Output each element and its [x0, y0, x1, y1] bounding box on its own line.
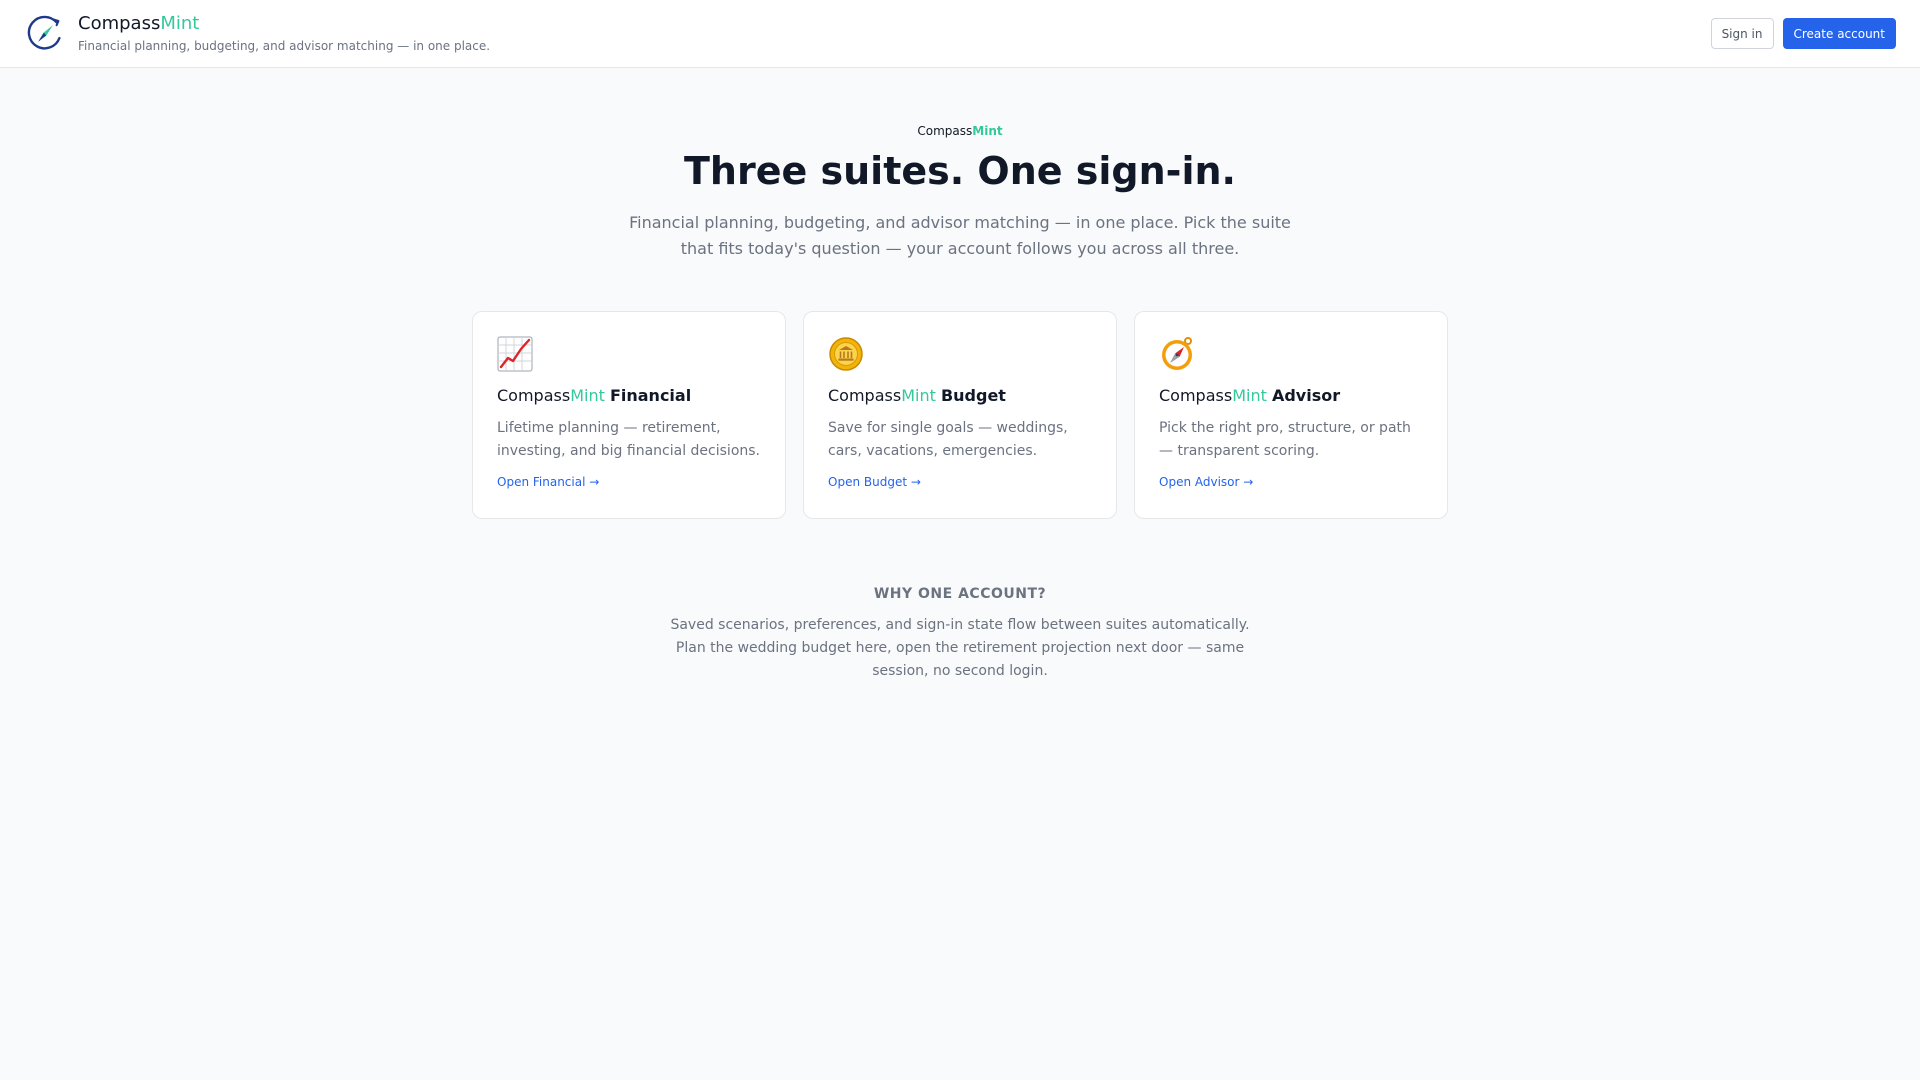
coin-icon [829, 337, 863, 371]
suite-card-advisor[interactable]: CompassMint Advisor Pick the right pro, … [1134, 311, 1448, 519]
open-advisor-link[interactable]: Open Advisor → [1159, 475, 1253, 490]
why-description: Saved scenarios, preferences, and sign-i… [670, 617, 1250, 679]
suite-card-description: Save for single goals — weddings, cars, … [828, 420, 1068, 459]
suite-card-title: CompassMint Advisor [1159, 386, 1341, 405]
why-one-account: WHY ONE ACCOUNT? Saved scenarios, prefer… [0, 585, 1920, 683]
page-title: Three suites. One sign-in. [684, 149, 1236, 193]
compass-logo-icon [27, 15, 61, 50]
open-financial-link[interactable]: Open Financial → [497, 475, 599, 490]
suite-card-title: CompassMint Financial [497, 386, 692, 405]
top-header: CompassMint Financial planning, budgetin… [0, 0, 1920, 68]
suite-card-description: Lifetime planning — retirement, investin… [497, 420, 760, 459]
brand[interactable]: CompassMint Financial planning, budgetin… [27, 14, 490, 53]
suite-card-description: Pick the right pro, structure, or path —… [1159, 420, 1411, 459]
why-heading: WHY ONE ACCOUNT? [873, 586, 1047, 602]
hero-eyebrow: CompassMint [917, 124, 1003, 138]
chart-increasing-icon [497, 336, 533, 372]
suite-cards: CompassMint Financial Lifetime planning … [472, 311, 1448, 519]
hero: CompassMint Three suites. One sign-in. F… [0, 124, 1920, 262]
compass-icon [1162, 337, 1192, 370]
brand-name: CompassMint [78, 13, 200, 34]
open-budget-link[interactable]: Open Budget → [828, 475, 921, 490]
hero-subtitle: Financial planning, budgeting, and advis… [629, 213, 1291, 258]
create-account-button[interactable]: Create account [1782, 18, 1896, 49]
brand-tagline: Financial planning, budgeting, and advis… [78, 39, 491, 53]
suite-card-financial[interactable]: CompassMint Financial Lifetime planning … [472, 311, 786, 519]
header-actions: Sign in Create account [1710, 18, 1896, 49]
main-content: CompassMint Three suites. One sign-in. F… [0, 124, 1920, 683]
sign-in-button[interactable]: Sign in [1710, 18, 1774, 49]
suite-card-budget[interactable]: CompassMint Budget Save for single goals… [803, 311, 1117, 519]
suite-card-title: CompassMint Budget [828, 386, 1006, 405]
